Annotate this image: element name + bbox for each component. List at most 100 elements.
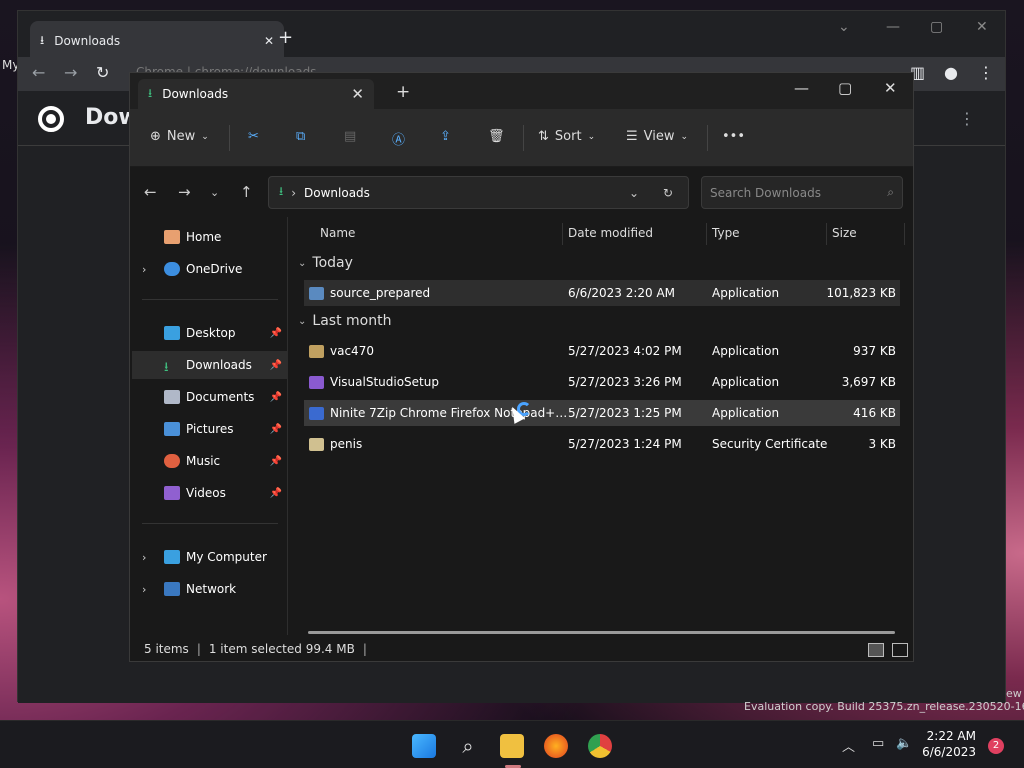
sidebar-item-onedrive[interactable]: › OneDrive [132,255,288,283]
breadcrumb[interactable]: Downloads [304,186,370,200]
file-name: source_prepared [330,286,431,300]
chrome-icon[interactable] [588,734,612,758]
file-row-selected[interactable]: Ninite 7Zip Chrome Firefox Notepad++ Ins… [304,400,900,426]
details-view-button[interactable] [868,643,884,657]
divider [707,125,708,151]
view-button[interactable]: ☰ View ⌄ [626,129,688,144]
chevron-up-icon[interactable]: ︿ [842,736,855,755]
file-date: 5/27/2023 3:26 PM [568,375,682,389]
file-date: 5/27/2023 1:24 PM [568,437,682,451]
column-name[interactable]: Name [320,226,355,240]
tiles-view-button[interactable] [892,643,908,657]
file-row[interactable]: vac470 5/27/2023 4:02 PM Application 937… [304,338,900,364]
back-icon[interactable]: ← [32,63,45,82]
chevron-right-icon[interactable]: › [142,551,146,564]
pin-icon[interactable]: 📌 [270,392,282,403]
minimize-button[interactable]: — [886,19,900,35]
copy-icon[interactable]: ⧉ [296,129,305,144]
more-options-button[interactable]: ••• [722,129,745,144]
share-icon[interactable]: ⇪ [440,129,451,144]
search-input[interactable]: Search Downloads ⌕ [701,176,903,209]
refresh-icon[interactable]: ↻ [663,186,673,200]
sidebar-item-network[interactable]: › Network [132,575,288,603]
pin-icon[interactable]: 📌 [270,488,282,499]
close-window-button[interactable]: ✕ [976,19,988,35]
divider[interactable] [826,223,827,245]
sort-button[interactable]: ⇅ Sort ⌄ [538,129,595,144]
maximize-button[interactable]: ▢ [838,79,852,97]
forward-icon[interactable]: → [64,63,77,82]
new-tab-button[interactable]: + [278,27,293,48]
new-tab-button[interactable]: + [396,82,410,102]
sidebar-item-music[interactable]: Music 📌 [132,447,288,475]
chevron-right-icon[interactable]: › [142,583,146,596]
chevron-down-icon[interactable]: ⌄ [629,186,639,200]
search-icon[interactable]: ⌕ [456,734,480,758]
navigation-pane: Home › OneDrive Desktop 📌 ⭳ Downloads 📌 … [130,217,288,635]
selection-info: 1 item selected 99.4 MB [208,642,355,656]
back-icon[interactable]: ← [144,183,157,201]
file-explorer-icon[interactable] [500,734,524,758]
horizontal-scrollbar[interactable] [308,631,895,634]
delete-icon[interactable]: 🗑 [488,129,505,144]
sidebar-item-videos[interactable]: Videos 📌 [132,479,288,507]
forward-icon[interactable]: → [178,183,191,201]
file-row[interactable]: penis 5/27/2023 1:24 PM Security Certifi… [304,431,900,457]
chevron-down-icon[interactable]: ⌄ [838,19,850,35]
sidebar-item-documents[interactable]: Documents 📌 [132,383,288,411]
view-label: View [643,129,675,144]
divider[interactable] [706,223,707,245]
sidebar-item-downloads[interactable]: ⭳ Downloads 📌 [132,351,288,379]
file-row[interactable]: source_prepared 6/6/2023 2:20 AM Applica… [304,280,900,306]
maximize-button[interactable]: ▢ [930,19,943,35]
column-date-modified[interactable]: Date modified [568,226,653,240]
start-icon[interactable] [412,734,436,758]
firefox-icon[interactable] [544,734,568,758]
cut-icon[interactable]: ✂ [248,129,259,144]
minimize-button[interactable]: — [794,79,809,97]
recent-locations-icon[interactable]: ⌄ [210,186,219,199]
chevron-right-icon: › [291,185,297,200]
file-date: 5/27/2023 4:02 PM [568,344,682,358]
file-row[interactable]: VisualStudioSetup 5/27/2023 3:26 PM Appl… [304,369,900,395]
chevron-right-icon[interactable]: › [142,263,146,276]
group-header-last-month[interactable]: ⌄ Last month [298,313,391,329]
pin-icon[interactable]: 📌 [270,328,282,339]
sidebar-item-pictures[interactable]: Pictures 📌 [132,415,288,443]
reload-icon[interactable]: ↻ [96,63,109,82]
chevron-down-icon: ⌄ [680,131,689,142]
pin-icon[interactable]: 📌 [270,424,282,435]
group-header-today[interactable]: ⌄ Today [298,255,353,271]
paste-icon[interactable]: ▤ [344,129,356,144]
desktop-icon [164,326,180,340]
close-icon[interactable]: ✕ [351,85,364,103]
divider[interactable] [904,223,905,245]
up-icon[interactable]: ↑ [240,183,253,201]
explorer-tab-downloads[interactable]: ⭳ Downloads ✕ [138,79,374,109]
volume-icon[interactable]: 🔈 [896,736,912,751]
chrome-tab-downloads[interactable]: ⭳ Downloads ✕ [30,21,284,61]
rename-icon[interactable]: Ⓐ [392,129,405,148]
clock[interactable]: 2:22 AM 6/6/2023 [922,728,976,760]
sidebar-item-my-computer[interactable]: › My Computer [132,543,288,571]
close-window-button[interactable]: ✕ [884,79,897,97]
more-icon[interactable]: ⋮ [959,109,975,128]
certificate-icon [309,437,324,451]
sidebar-item-desktop[interactable]: Desktop 📌 [132,319,288,347]
notification-badge[interactable]: 2 [988,738,1004,754]
network-icon[interactable]: ▭ [872,736,884,751]
pin-icon[interactable]: 📌 [270,360,282,371]
pin-icon[interactable]: 📌 [270,456,282,467]
clock-time: 2:22 AM [926,729,976,743]
command-bar: ⊕ New ⌄ ✂ ⧉ ▤ Ⓐ ⇪ 🗑 ⇅ Sort ⌄ ☰ View ⌄ ••… [130,109,913,167]
column-type[interactable]: Type [712,226,740,240]
address-bar[interactable]: ⭳ › Downloads ⌄ ↻ [268,176,689,209]
sidebar-item-home[interactable]: Home [132,223,288,251]
divider[interactable] [562,223,563,245]
profile-icon[interactable]: ● [944,63,958,82]
menu-icon[interactable]: ⋮ [978,63,994,82]
column-size[interactable]: Size [832,226,857,240]
new-button[interactable]: ⊕ New ⌄ [150,129,209,144]
chevron-down-icon: ⌄ [201,131,209,142]
close-icon[interactable]: ✕ [264,34,274,48]
